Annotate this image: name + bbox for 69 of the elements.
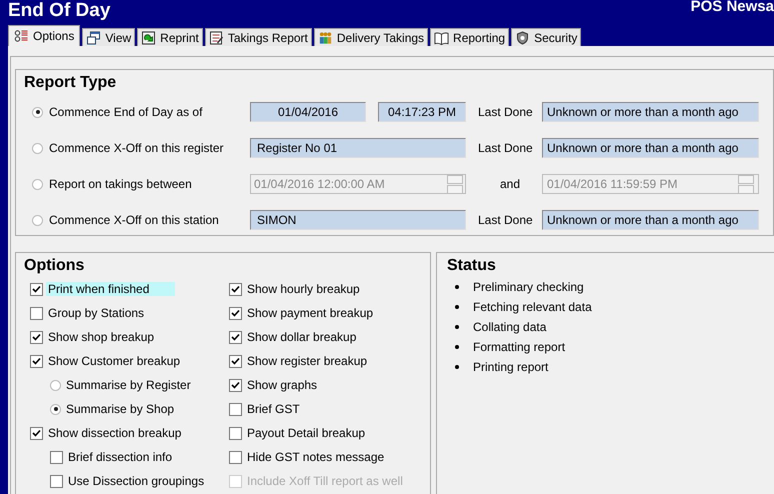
checkbox-option[interactable]: Use Dissection groupings: [50, 469, 223, 493]
window-icon: [86, 30, 102, 44]
list-icon: [14, 29, 29, 43]
radio-option[interactable]: Commence End of Day as of: [32, 105, 250, 119]
checkbox-option[interactable]: Hide GST notes message: [229, 445, 422, 469]
checkbox-option[interactable]: Payout Detail breakup: [229, 421, 422, 445]
last-done-field: Unknown or more than a month ago: [542, 102, 759, 122]
notepad-icon: [208, 30, 224, 44]
people-icon: [318, 30, 333, 44]
check-icon: [32, 284, 41, 294]
field-label: Last Done: [478, 105, 534, 119]
radio-option[interactable]: Commence X-Off on this station: [32, 213, 250, 227]
last-done-field: Unknown or more than a month ago: [542, 138, 759, 158]
checkbox-option[interactable]: Show dissection breakup: [30, 421, 223, 445]
field-label: Last Done: [478, 213, 534, 227]
checkbox-option[interactable]: Show shop breakup: [30, 325, 223, 349]
checkbox-option[interactable]: Show Customer breakup: [30, 349, 223, 373]
tab[interactable]: Takings Report: [204, 28, 312, 46]
checkbox-option[interactable]: Show graphs: [229, 373, 422, 397]
tab[interactable]: Delivery Takings: [314, 28, 428, 46]
status-step: Collating data: [473, 320, 546, 334]
radio-option[interactable]: Report on takings between: [32, 177, 250, 191]
status-step: Formatting report: [473, 340, 566, 354]
bullet-icon: [455, 325, 459, 329]
check-icon: [231, 356, 240, 366]
radio-option[interactable]: Commence X-Off on this register: [32, 141, 250, 155]
date-field[interactable]: 01/04/2016: [250, 102, 366, 122]
status-step: Preliminary checking: [473, 280, 584, 294]
app-name: POS Newsa: [690, 0, 774, 14]
checkbox-option[interactable]: Show hourly breakup: [229, 277, 422, 301]
check-icon: [231, 380, 240, 390]
check-icon: [231, 284, 240, 294]
status-step: Fetching relevant data: [473, 300, 592, 314]
bullet-icon: [455, 305, 459, 309]
check-icon: [32, 428, 41, 438]
text-field[interactable]: SIMON: [250, 210, 466, 230]
check-icon: [231, 308, 240, 318]
bullet-icon: [455, 345, 459, 349]
field-label: Last Done: [478, 141, 534, 155]
check-icon: [231, 332, 240, 342]
radio-option[interactable]: Summarise by Shop: [50, 397, 223, 421]
checkbox-option[interactable]: Show payment breakup: [229, 301, 422, 325]
status-step: Printing report: [473, 360, 548, 374]
text-field[interactable]: Register No 01: [250, 138, 466, 158]
checkbox-option[interactable]: Show register breakup: [229, 349, 422, 373]
tab[interactable]: Reporting: [430, 28, 510, 46]
checkbox-option[interactable]: Brief dissection info: [50, 445, 223, 469]
checkbox-option[interactable]: Group by Stations: [30, 301, 223, 325]
group-title: Report Type: [24, 74, 118, 92]
group-title: Status: [447, 257, 497, 275]
tab[interactable]: Reprint: [137, 28, 203, 46]
radio-option[interactable]: Summarise by Register: [50, 373, 223, 397]
tab[interactable]: View: [82, 28, 136, 46]
group-title: Options: [24, 257, 86, 275]
checkbox-option[interactable]: Show dollar breakup: [229, 325, 422, 349]
shield-icon: [515, 30, 530, 44]
checkbox-option[interactable]: Print when finished: [30, 277, 223, 301]
book-icon: [434, 30, 450, 44]
bullet-icon: [455, 365, 459, 369]
checkbox-option[interactable]: Brief GST: [229, 397, 422, 421]
last-done-field: Unknown or more than a month ago: [542, 210, 759, 230]
field-label: and: [498, 177, 522, 191]
tab[interactable]: Options: [8, 25, 80, 46]
window-title: End Of Day: [8, 0, 110, 22]
tab[interactable]: Security: [511, 28, 582, 46]
check-icon: [32, 332, 41, 342]
check-icon: [32, 356, 41, 366]
time-field[interactable]: 04:17:23 PM: [378, 102, 466, 122]
bullet-icon: [455, 285, 459, 289]
